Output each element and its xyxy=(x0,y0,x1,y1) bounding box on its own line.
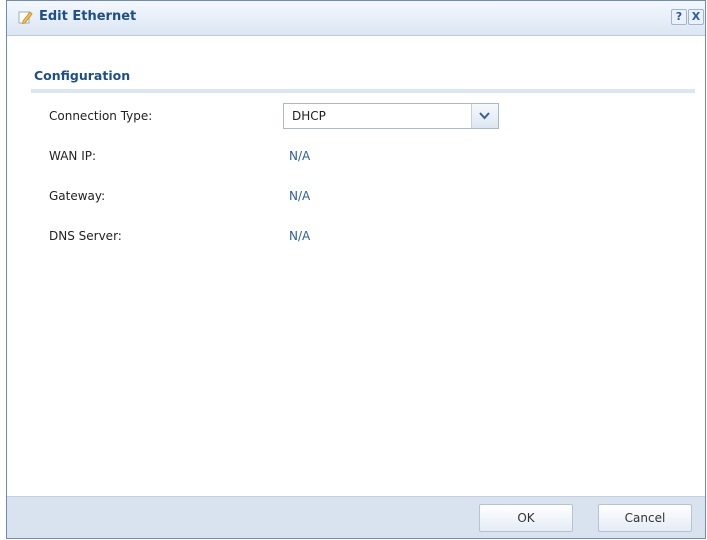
dialog-title: Edit Ethernet xyxy=(39,9,137,24)
edit-ethernet-dialog: Edit Ethernet ? X Configuration Connecti… xyxy=(6,0,706,539)
gateway-value: N/A xyxy=(289,189,311,203)
section-divider xyxy=(31,89,695,93)
dialog-footer: OK Cancel xyxy=(7,496,705,538)
chevron-down-icon xyxy=(479,112,490,120)
cancel-button[interactable]: Cancel xyxy=(598,504,692,532)
connection-type-select[interactable]: DHCP xyxy=(283,103,499,129)
dialog-titlebar: Edit Ethernet ? X xyxy=(7,1,705,36)
help-button[interactable]: ? xyxy=(671,9,687,25)
section-title: Configuration xyxy=(34,68,131,83)
dropdown-arrow-button[interactable] xyxy=(471,104,498,128)
connection-type-value: DHCP xyxy=(292,109,326,123)
wan-ip-value: N/A xyxy=(289,149,311,163)
wan-ip-label: WAN IP: xyxy=(49,149,97,163)
ok-button[interactable]: OK xyxy=(479,504,573,532)
connection-type-label: Connection Type: xyxy=(49,109,153,123)
close-button[interactable]: X xyxy=(688,9,704,25)
gateway-label: Gateway: xyxy=(49,189,106,203)
dns-server-value: N/A xyxy=(289,229,311,243)
edit-pencil-icon xyxy=(17,9,33,25)
dns-server-label: DNS Server: xyxy=(49,229,122,243)
